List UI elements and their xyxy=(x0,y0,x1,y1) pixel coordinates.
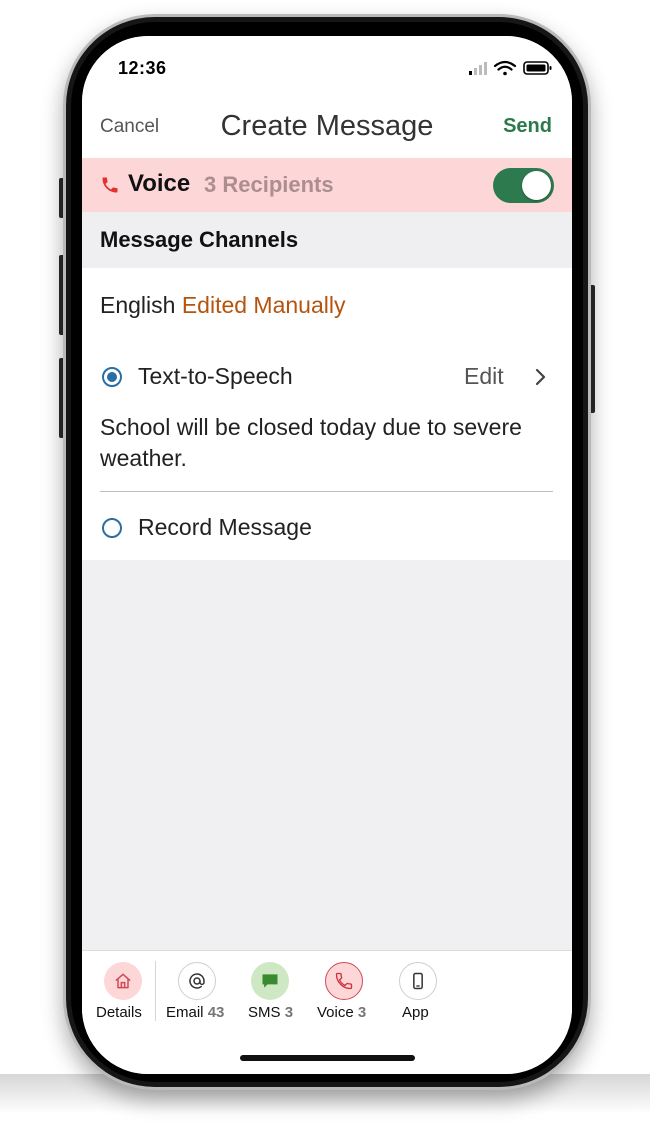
phone-icon xyxy=(335,972,353,990)
tab-email-label[interactable]: Email 43 xyxy=(166,1004,224,1021)
tab-app-label[interactable]: App xyxy=(402,1004,429,1021)
home-indicator xyxy=(240,1055,415,1061)
message-channels-header: Message Channels xyxy=(82,212,572,268)
edit-text-to-speech-button[interactable]: Edit xyxy=(464,363,504,390)
home-icon xyxy=(115,973,131,989)
tab-email[interactable] xyxy=(178,962,216,1000)
record-message-label[interactable]: Record Message xyxy=(138,514,312,541)
battery-icon xyxy=(523,61,552,75)
status-icons xyxy=(469,60,552,76)
cancel-button[interactable]: Cancel xyxy=(100,116,159,138)
send-button[interactable]: Send xyxy=(503,115,552,138)
tab-sms-label[interactable]: SMS 3 xyxy=(248,1004,293,1021)
status-time: 12:36 xyxy=(118,58,167,78)
channel-tab-bar: Details Email 43 SMS 3 Voice 3 App xyxy=(82,950,572,1074)
voice-channel-label: Voice xyxy=(128,170,191,197)
wifi-icon xyxy=(493,60,517,76)
tab-separator xyxy=(155,961,156,1021)
toggle-knob xyxy=(522,171,551,200)
at-icon xyxy=(189,973,205,989)
tab-voice[interactable] xyxy=(325,962,363,1000)
tab-details[interactable] xyxy=(104,962,142,1000)
text-to-speech-label[interactable]: Text-to-Speech xyxy=(138,363,293,390)
tab-app[interactable] xyxy=(399,962,437,1000)
message-options-card: English Edited Manually Text-to-Speech E… xyxy=(82,268,572,560)
record-message-radio[interactable] xyxy=(102,518,122,538)
message-text: School will be closed today due to sever… xyxy=(100,414,522,471)
tab-sms[interactable] xyxy=(251,962,289,1000)
cellular-signal-icon xyxy=(469,62,487,75)
language-row: English Edited Manually xyxy=(100,292,345,319)
language-name: English xyxy=(100,292,176,318)
phone-screen: 12:36 Create Message Cancel Send Voice 3… xyxy=(82,36,572,1074)
voice-enabled-toggle[interactable] xyxy=(493,168,554,203)
tab-details-label[interactable]: Details xyxy=(96,1004,142,1021)
divider xyxy=(100,491,553,492)
text-to-speech-radio[interactable] xyxy=(102,367,122,387)
voice-channel-banner: Voice 3 Recipients xyxy=(82,158,572,212)
recipient-count: 3 Recipients xyxy=(204,172,334,197)
navigation-bar: Create Message Cancel Send xyxy=(82,102,572,158)
language-edit-status: Edited Manually xyxy=(181,292,346,318)
chevron-right-icon[interactable] xyxy=(535,368,547,386)
section-title: Message Channels xyxy=(100,227,299,252)
tab-voice-label[interactable]: Voice 3 xyxy=(317,1004,366,1021)
phone-icon xyxy=(102,177,118,193)
chat-bubble-icon xyxy=(262,974,278,988)
mobile-device-icon xyxy=(413,972,423,990)
